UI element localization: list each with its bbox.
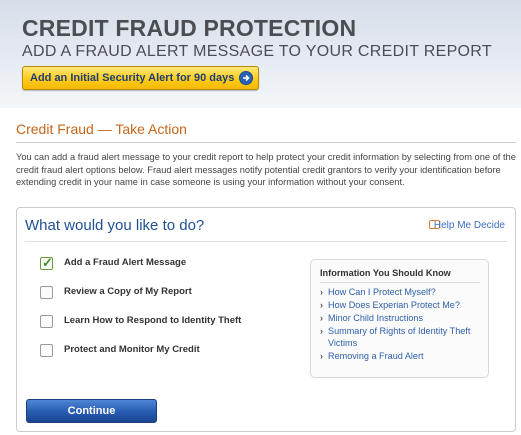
- continue-button[interactable]: Continue: [26, 399, 157, 423]
- info-link[interactable]: How Does Experian Protect Me?: [320, 300, 485, 312]
- arrow-right-icon: [239, 71, 253, 85]
- checkbox[interactable]: [40, 344, 53, 357]
- initial-security-alert-button[interactable]: Add an Initial Security Alert for 90 day…: [22, 66, 259, 90]
- checkmark-icon: ✓: [42, 255, 53, 270]
- section-title: Credit Fraud — Take Action: [16, 121, 187, 137]
- help-me-decide-link[interactable]: Help Me Decide: [434, 220, 505, 231]
- option-label: Learn How to Respond to Identity Theft: [64, 315, 242, 326]
- checkbox[interactable]: [40, 286, 53, 299]
- continue-button-label: Continue: [67, 405, 116, 417]
- info-box-title: Information You Should Know: [320, 268, 451, 278]
- checkbox-checked[interactable]: ✓: [40, 255, 53, 270]
- action-panel: What would you like to do? Help Me Decid…: [16, 207, 516, 432]
- info-link-list: How Can I Protect Myself? How Does Exper…: [320, 287, 485, 364]
- intro-text: You can add a fraud alert message to you…: [16, 152, 516, 187]
- info-box: Information You Should Know How Can I Pr…: [310, 259, 489, 378]
- option-label: Add a Fraud Alert Message: [64, 257, 187, 268]
- info-link[interactable]: Removing a Fraud Alert: [320, 351, 485, 363]
- section-divider: [16, 142, 516, 143]
- checkbox[interactable]: [40, 315, 53, 328]
- page-title: CREDIT FRAUD PROTECTION: [22, 15, 357, 41]
- alert-button-label: Add an Initial Security Alert for 90 day…: [30, 72, 235, 84]
- info-link[interactable]: Summary of Rights of Identity Theft Vict…: [320, 326, 485, 349]
- info-link[interactable]: Minor Child Instructions: [320, 313, 485, 325]
- option-label: Review a Copy of My Report: [64, 286, 192, 297]
- page-header: CREDIT FRAUD PROTECTION ADD A FRAUD ALER…: [0, 0, 521, 108]
- info-box-divider: [320, 282, 480, 283]
- panel-divider: [25, 241, 507, 242]
- option-label: Protect and Monitor My Credit: [64, 344, 200, 355]
- info-link[interactable]: How Can I Protect Myself?: [320, 287, 485, 299]
- panel-title: What would you like to do?: [25, 217, 205, 234]
- page-subtitle: ADD A FRAUD ALERT MESSAGE TO YOUR CREDIT…: [22, 43, 492, 60]
